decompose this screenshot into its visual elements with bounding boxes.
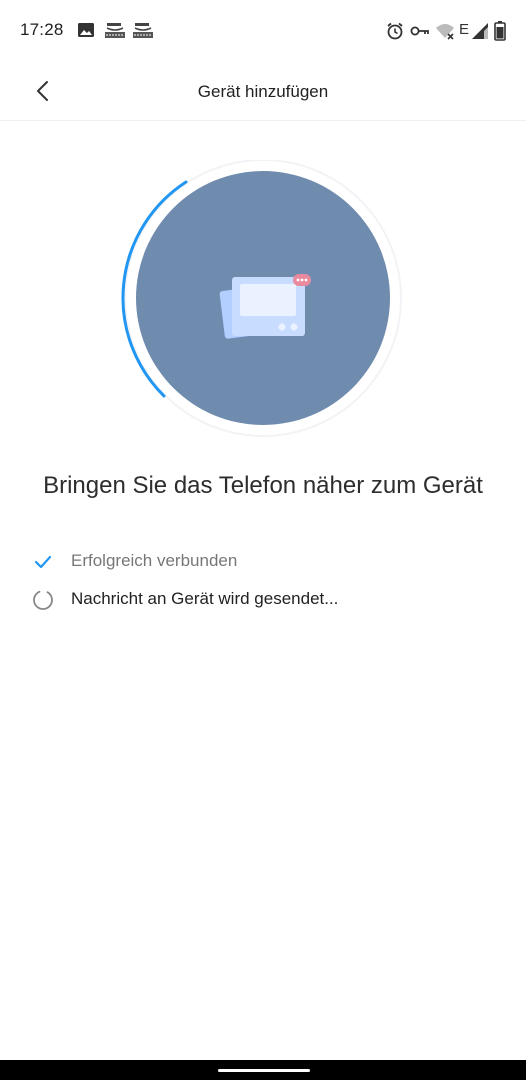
step-item-connected: Erfolgreich verbunden (30, 544, 500, 582)
network-e-icon: E (459, 21, 470, 38)
step-label: Erfolgreich verbunden (71, 551, 238, 570)
amazon-notification-icon (133, 23, 153, 38)
home-indicator[interactable] (218, 1069, 310, 1072)
image-icon (78, 23, 94, 37)
status-bar: 17:28 E (0, 0, 526, 62)
step-list: Erfolgreich verbunden Nachricht an Gerät… (30, 544, 500, 620)
navigation-bar (0, 1060, 526, 1080)
step-label: Nachricht an Gerät wird gesendet... (71, 589, 339, 608)
cell-signal-icon (472, 23, 488, 39)
alarm-icon (387, 22, 403, 40)
instruction-text: Bringen Sie das Telefon näher zum Gerät (43, 472, 483, 499)
battery-icon (494, 21, 506, 41)
vpn-key-icon (410, 26, 429, 36)
add-device-screen: 17:28 E Gerät hinzufügen Bringen Sie das… (0, 0, 526, 1080)
amazon-notification-icon (105, 23, 125, 38)
status-time: 17:28 (20, 20, 64, 39)
step-item-sending: Nachricht an Gerät wird gesendet... (30, 582, 500, 620)
pairing-illustration (121, 160, 402, 437)
device-card-icon (219, 274, 311, 339)
page-title: Gerät hinzufügen (197, 82, 329, 101)
check-icon (34, 555, 52, 569)
header: Gerät hinzufügen (0, 62, 526, 121)
spinner-icon (33, 590, 53, 610)
wifi-off-icon (436, 24, 454, 40)
